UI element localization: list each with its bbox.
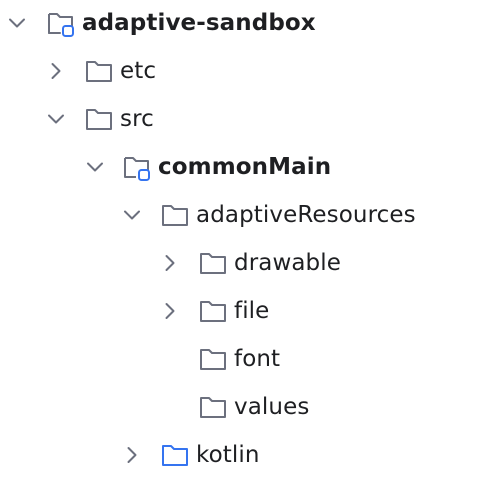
tree-row-values[interactable]: values	[0, 384, 496, 432]
module-folder-icon	[46, 8, 76, 38]
chevron-down-icon[interactable]	[119, 202, 145, 228]
tree-row-adaptiveresources[interactable]: adaptiveResources	[0, 192, 496, 240]
tree-label: src	[120, 106, 154, 132]
tree-row-font[interactable]: font	[0, 336, 496, 384]
folder-icon	[198, 392, 228, 422]
chevron-down-icon[interactable]	[4, 10, 30, 36]
folder-icon	[198, 296, 228, 326]
tree-label: etc	[120, 58, 157, 84]
tree-label: file	[234, 298, 270, 324]
tree-label: font	[234, 346, 281, 372]
tree-row-adaptive-sandbox[interactable]: adaptive-sandbox	[0, 0, 496, 48]
project-tree: adaptive-sandbox etc src commonMain adap…	[0, 0, 496, 480]
folder-icon	[84, 104, 114, 134]
folder-icon	[198, 248, 228, 278]
chevron-right-icon[interactable]	[43, 58, 69, 84]
source-set-folder-icon	[122, 152, 152, 182]
tree-row-file[interactable]: file	[0, 288, 496, 336]
tree-label: commonMain	[158, 154, 332, 180]
tree-row-src[interactable]: src	[0, 96, 496, 144]
tree-row-kotlin[interactable]: kotlin	[0, 432, 496, 480]
tree-label: kotlin	[196, 442, 260, 468]
tree-row-drawable[interactable]: drawable	[0, 240, 496, 288]
chevron-right-icon[interactable]	[157, 250, 183, 276]
tree-label: drawable	[234, 250, 341, 276]
tree-label: adaptive-sandbox	[82, 10, 316, 36]
chevron-right-icon[interactable]	[157, 298, 183, 324]
folder-icon	[198, 344, 228, 374]
chevron-down-icon[interactable]	[82, 154, 108, 180]
chevron-down-icon[interactable]	[43, 106, 69, 132]
chevron-right-icon[interactable]	[119, 442, 145, 468]
folder-icon	[160, 200, 190, 230]
tree-row-commonmain[interactable]: commonMain	[0, 144, 496, 192]
source-root-folder-icon	[160, 440, 190, 470]
tree-label: values	[234, 394, 310, 420]
tree-label: adaptiveResources	[196, 202, 416, 228]
tree-row-etc[interactable]: etc	[0, 48, 496, 96]
folder-icon	[84, 56, 114, 86]
